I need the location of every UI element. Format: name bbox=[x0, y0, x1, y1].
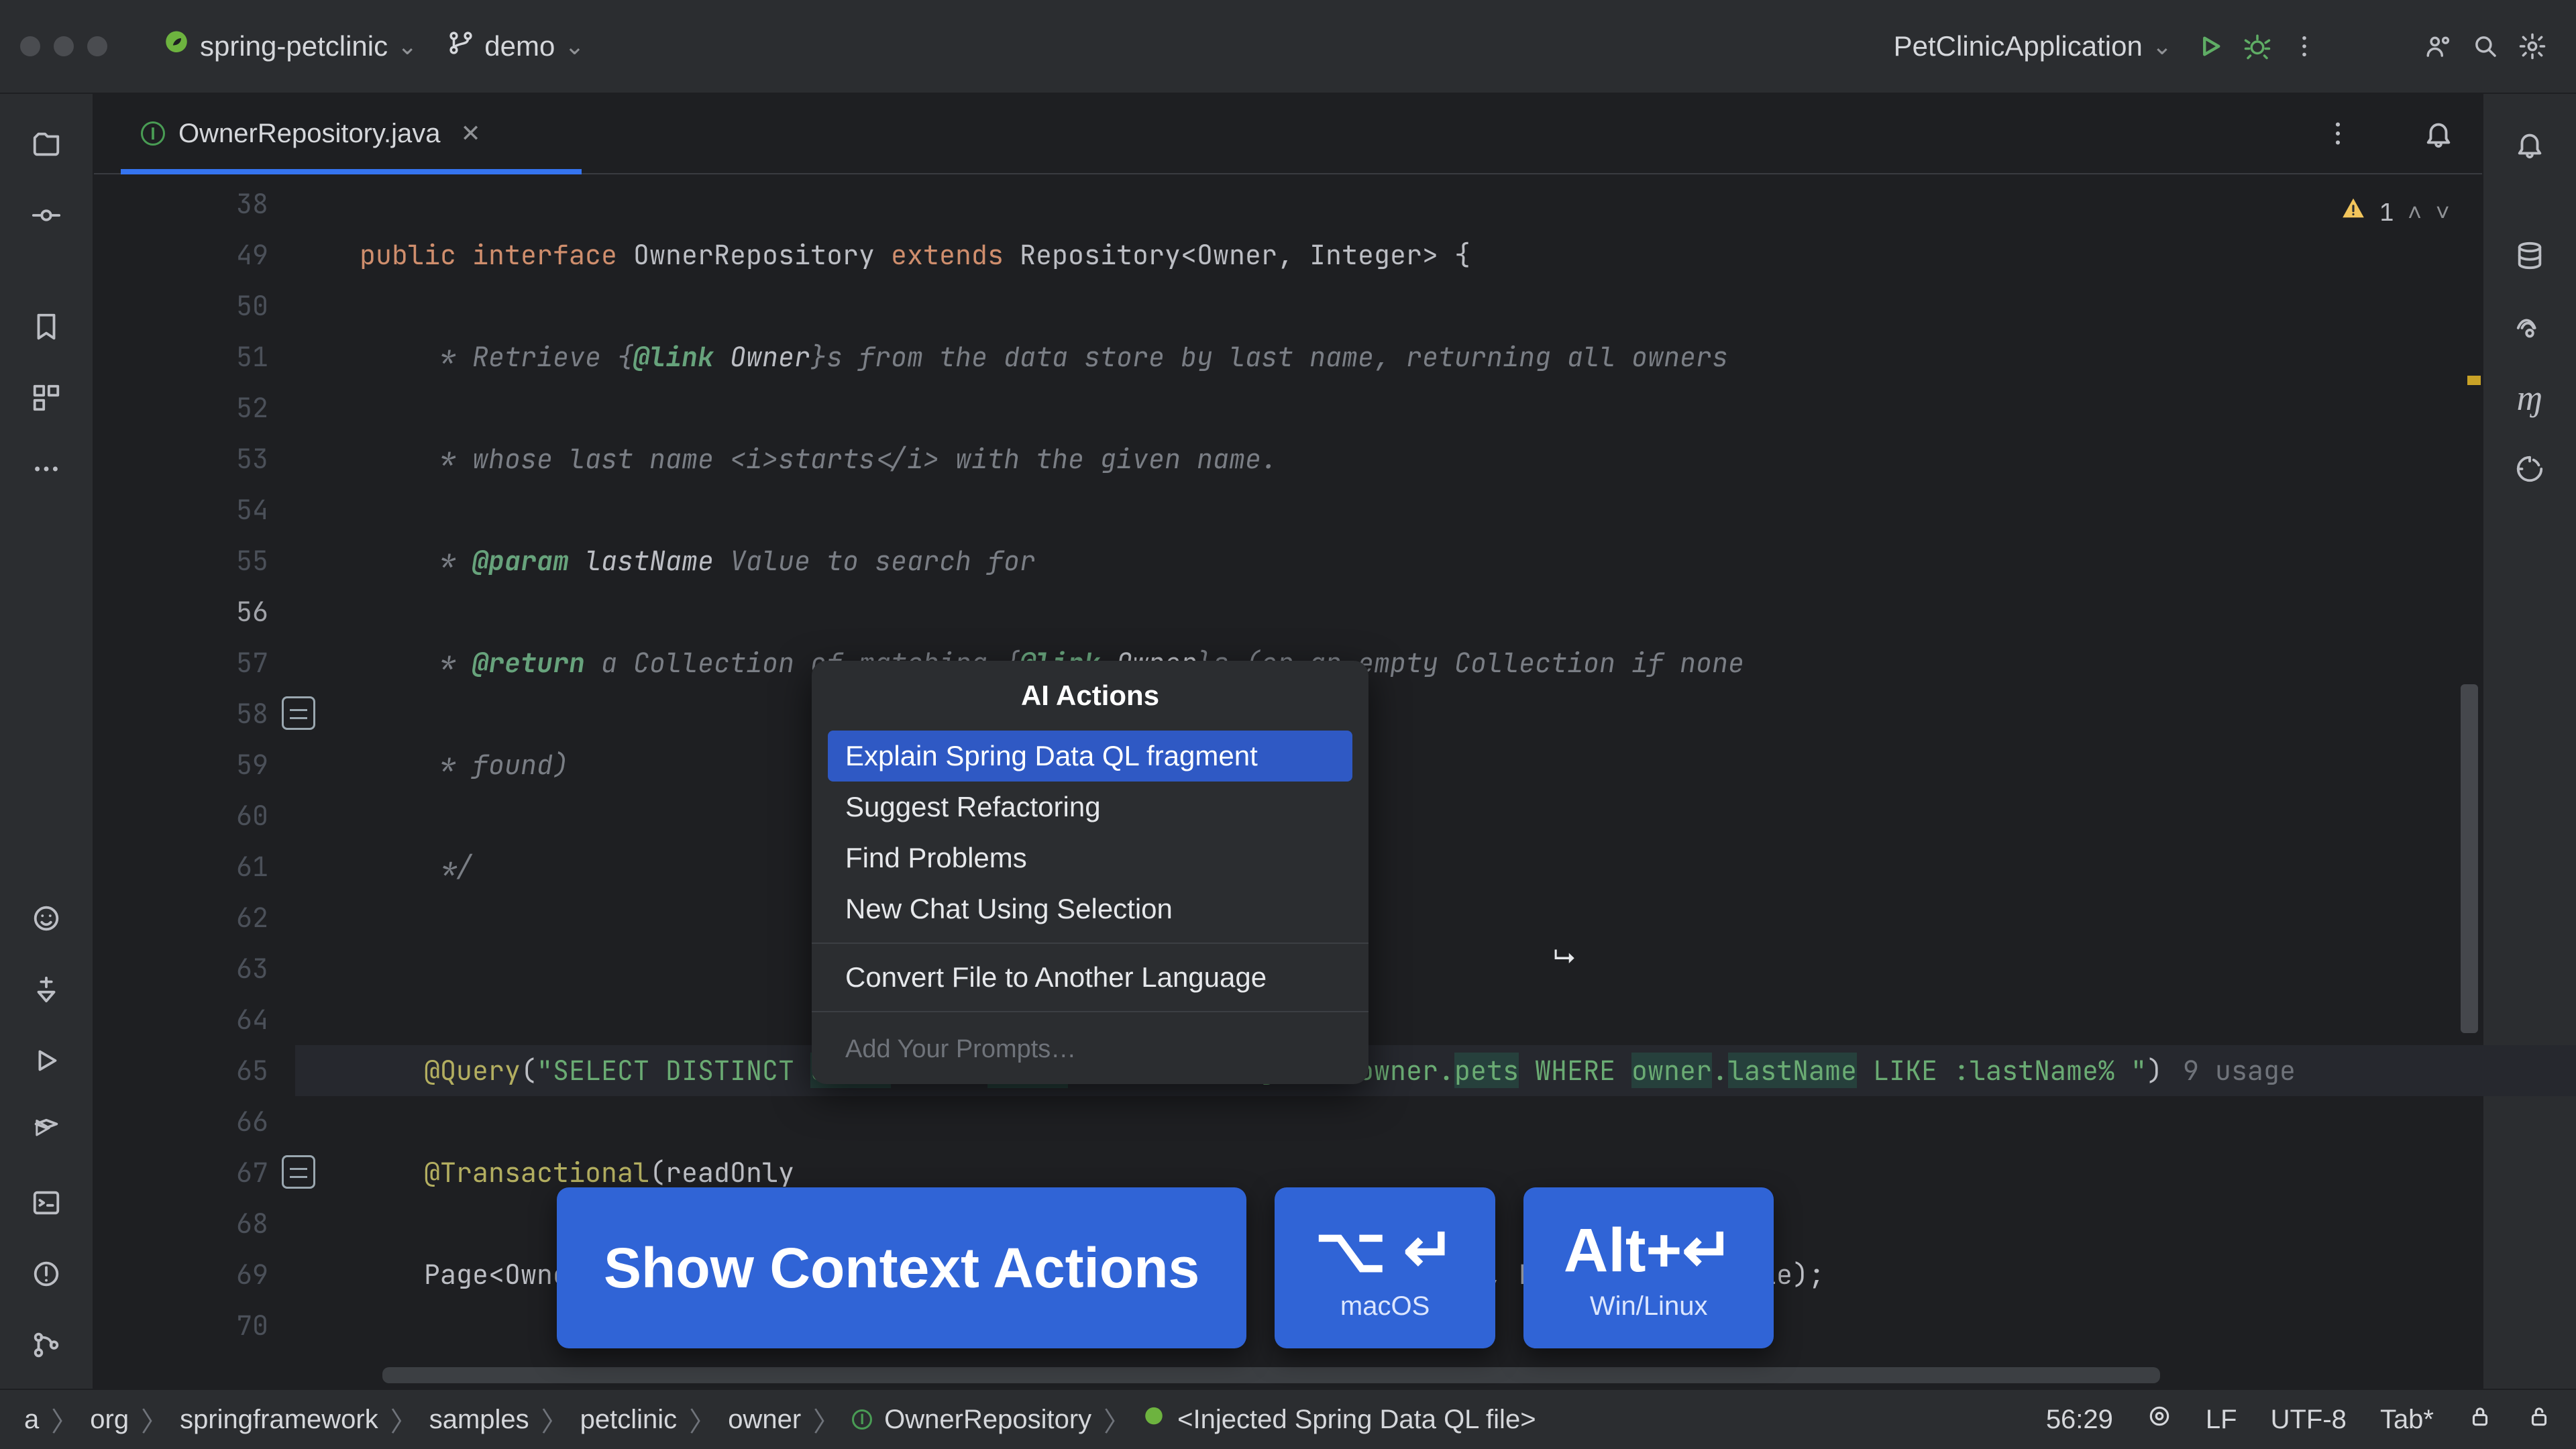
status-lock-icon[interactable] bbox=[2526, 1403, 2552, 1436]
shortcut-mac-label: macOS bbox=[1340, 1291, 1430, 1322]
scrollbar-warning-marker[interactable] bbox=[2467, 376, 2481, 385]
breadcrumb-part[interactable]: org bbox=[90, 1405, 129, 1435]
notifications-icon[interactable] bbox=[2422, 117, 2455, 150]
run-tool-icon[interactable] bbox=[23, 1037, 70, 1084]
popup-item-new-chat[interactable]: New Chat Using Selection bbox=[812, 883, 1368, 934]
search-everywhere-button[interactable] bbox=[2462, 23, 2509, 70]
ai-actions-popup: AI Actions Explain Spring Data QL fragme… bbox=[812, 661, 1368, 1084]
run-config-name: PetClinicApplication bbox=[1894, 30, 2143, 62]
interface-file-icon: I bbox=[141, 121, 165, 146]
more-tools-icon[interactable] bbox=[23, 445, 70, 492]
endpoints-tool-icon[interactable] bbox=[2506, 303, 2553, 350]
structure-tool-icon[interactable] bbox=[23, 374, 70, 421]
popup-item-add-prompts[interactable]: Add Your Prompts… bbox=[812, 1020, 1368, 1084]
traffic-close[interactable] bbox=[20, 36, 40, 56]
branch-name: demo bbox=[484, 30, 555, 62]
spring-leaf-icon bbox=[162, 29, 191, 64]
code-with-me-button[interactable] bbox=[2415, 23, 2462, 70]
maven-tool-icon[interactable]: ɱ bbox=[2506, 374, 2553, 421]
editor-tab-bar: I OwnerRepository.java ✕ bbox=[94, 94, 2482, 174]
chevron-down-icon: ⌄ bbox=[397, 32, 417, 60]
popup-separator bbox=[812, 943, 1368, 944]
problems-tool-icon[interactable] bbox=[23, 1250, 70, 1297]
commit-tool-icon[interactable] bbox=[23, 192, 70, 239]
horizontal-scrollbar[interactable] bbox=[94, 1362, 2482, 1389]
vertical-scrollbar-thumb[interactable] bbox=[2461, 684, 2478, 1033]
close-tab-icon[interactable]: ✕ bbox=[461, 119, 481, 148]
left-tool-rail bbox=[0, 94, 94, 1389]
popup-item-convert[interactable]: Convert File to Another Language bbox=[812, 952, 1368, 1003]
method-implement-icon[interactable] bbox=[282, 696, 315, 730]
branch-selector[interactable]: demo ⌄ bbox=[432, 22, 599, 70]
popup-item-explain[interactable]: Explain Spring Data QL fragment bbox=[828, 731, 1352, 782]
database-tool-icon[interactable] bbox=[2506, 232, 2553, 279]
popup-item-find-problems[interactable]: Find Problems bbox=[812, 833, 1368, 883]
vcs-tool-icon[interactable] bbox=[23, 1322, 70, 1368]
terminal-tool-icon[interactable] bbox=[23, 1179, 70, 1226]
project-tool-icon[interactable] bbox=[23, 121, 70, 168]
file-tab-label: OwnerRepository.java bbox=[178, 119, 441, 149]
right-tool-rail: ɱ bbox=[2482, 94, 2576, 1389]
more-menu-button[interactable] bbox=[2281, 23, 2328, 70]
chevron-down-icon: ⌄ bbox=[564, 32, 584, 60]
tab-more-icon[interactable] bbox=[2321, 117, 2355, 150]
inspection-widget[interactable]: 1 ˄ ˅ bbox=[2341, 186, 2450, 237]
prev-highlight-icon[interactable]: ˄ bbox=[2408, 186, 2422, 237]
build-tool-icon[interactable] bbox=[23, 966, 70, 1013]
file-tab-owner-repository[interactable]: I OwnerRepository.java ✕ bbox=[121, 94, 501, 173]
horizontal-scrollbar-thumb[interactable] bbox=[382, 1367, 2160, 1383]
run-button[interactable] bbox=[2187, 23, 2234, 70]
warning-count: 1 bbox=[2379, 186, 2394, 237]
branch-icon bbox=[447, 29, 475, 64]
run-config-selector[interactable]: PetClinicApplication ⌄ bbox=[1870, 23, 2187, 69]
notifications-tool-icon[interactable] bbox=[2506, 121, 2553, 168]
shortcut-mac-keys: ⌥ ↵ bbox=[1315, 1214, 1455, 1286]
popup-title: AI Actions bbox=[812, 661, 1368, 731]
emoji-tool-icon[interactable] bbox=[23, 895, 70, 942]
traffic-min[interactable] bbox=[54, 36, 74, 56]
usages-hint[interactable]: 9 usage bbox=[2163, 1045, 2296, 1096]
debug-button[interactable] bbox=[2234, 23, 2281, 70]
popup-item-suggest[interactable]: Suggest Refactoring bbox=[812, 782, 1368, 833]
shortcut-overlay: Show Context Actions ⌥ ↵ macOS Alt+↵ Win… bbox=[557, 1187, 1774, 1348]
title-bar: spring-petclinic ⌄ demo ⌄ PetClinicAppli… bbox=[0, 0, 2576, 94]
mouse-cursor-icon: ⮡ bbox=[1554, 942, 1575, 972]
breadcrumb-part[interactable]: a bbox=[24, 1405, 39, 1435]
breadcrumb-part[interactable]: springframework bbox=[180, 1405, 378, 1435]
shortcut-win-label: Win/Linux bbox=[1590, 1291, 1708, 1322]
shortcut-win-keys: Alt+↵ bbox=[1564, 1214, 1733, 1286]
code-content[interactable]: public interface OwnerRepository extends… bbox=[295, 174, 2482, 1362]
line-number-gutter: 38 49 50 51 52 53 54 55 56 57 58 59 60 6… bbox=[94, 174, 295, 1362]
shortcut-title: Show Context Actions bbox=[604, 1236, 1199, 1301]
warning-icon bbox=[2341, 186, 2366, 237]
method-implement-icon[interactable] bbox=[282, 1155, 315, 1189]
project-name: spring-petclinic bbox=[200, 30, 388, 62]
bookmarks-tool-icon[interactable] bbox=[23, 303, 70, 350]
chevron-down-icon: ⌄ bbox=[2152, 32, 2172, 60]
next-highlight-icon[interactable]: ˅ bbox=[2435, 186, 2450, 237]
services-tool-icon[interactable] bbox=[23, 1108, 70, 1155]
coverage-tool-icon[interactable] bbox=[2506, 445, 2553, 492]
project-selector[interactable]: spring-petclinic ⌄ bbox=[148, 22, 432, 70]
traffic-max[interactable] bbox=[87, 36, 107, 56]
popup-separator bbox=[812, 1011, 1368, 1012]
settings-button[interactable] bbox=[2509, 23, 2556, 70]
